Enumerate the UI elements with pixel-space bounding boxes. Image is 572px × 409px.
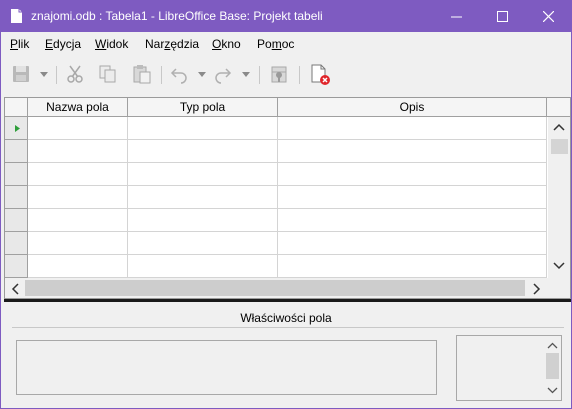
undo-button[interactable] <box>167 62 191 86</box>
save-button[interactable] <box>8 62 34 86</box>
field-name-cell[interactable] <box>28 209 128 232</box>
undo-icon <box>170 68 187 84</box>
column-header-field-type[interactable]: Typ pola <box>128 98 278 117</box>
undo-dropdown-icon <box>198 71 206 77</box>
toolbar-separator <box>299 66 300 84</box>
menu-plik[interactable]: Plik <box>10 37 29 51</box>
help-scroll-thumb[interactable] <box>546 353 559 379</box>
maximize-button[interactable] <box>479 1 525 32</box>
close-icon <box>542 11 554 22</box>
description-cell[interactable] <box>278 186 547 209</box>
field-name-cell[interactable] <box>28 255 128 278</box>
redo-icon <box>215 68 232 84</box>
description-cell[interactable] <box>278 232 547 255</box>
row-header[interactable] <box>5 140 28 163</box>
toolbar-separator <box>259 66 260 84</box>
primary-key-icon <box>271 66 287 83</box>
field-type-cell[interactable] <box>128 163 278 186</box>
row-header[interactable] <box>5 163 28 186</box>
menu-edycja[interactable]: Edycja <box>45 37 81 51</box>
document-icon <box>11 9 22 23</box>
title-bar: znajomi.odb : Tabela1 - LibreOffice Base… <box>1 1 571 32</box>
standard-toolbar <box>1 56 571 94</box>
row-header[interactable] <box>5 255 28 278</box>
primary-key-button[interactable] <box>267 62 291 86</box>
copy-icon <box>99 65 116 83</box>
field-type-cell[interactable] <box>128 209 278 232</box>
scroll-right-icon[interactable] <box>533 283 541 295</box>
minimize-icon <box>450 16 462 18</box>
app-window: znajomi.odb : Tabela1 - LibreOffice Base… <box>0 0 572 409</box>
pane-splitter[interactable] <box>4 299 571 302</box>
menu-okno[interactable]: Okno <box>212 37 241 51</box>
grid-horizontal-scrollbar[interactable] <box>5 278 570 298</box>
cut-icon <box>67 65 83 83</box>
horizontal-scroll-thumb[interactable] <box>25 280 525 296</box>
field-properties-title: Właściwości pola <box>240 311 332 325</box>
row-header[interactable] <box>5 232 28 255</box>
vertical-scroll-thumb[interactable] <box>551 139 568 154</box>
field-name-cell[interactable] <box>28 140 128 163</box>
menu-bar: Plik Edycja Widok Narzędzia Okno Pomoc <box>1 32 571 54</box>
description-cell[interactable] <box>278 209 547 232</box>
field-properties-panel <box>16 340 437 395</box>
field-name-cell[interactable] <box>28 186 128 209</box>
row-pointer-icon <box>15 125 20 132</box>
copy-button[interactable] <box>95 62 119 86</box>
window-title: znajomi.odb : Tabela1 - LibreOffice Base… <box>31 9 323 23</box>
scroll-down-icon[interactable] <box>553 262 565 270</box>
field-name-cell[interactable] <box>28 163 128 186</box>
row-header[interactable] <box>5 117 28 140</box>
scroll-left-icon[interactable] <box>11 283 19 295</box>
scroll-up-icon[interactable] <box>547 342 558 349</box>
row-header[interactable] <box>5 186 28 209</box>
save-dropdown-button[interactable] <box>37 62 51 86</box>
maximize-icon <box>496 11 508 22</box>
index-design-icon <box>311 64 330 85</box>
cut-button[interactable] <box>63 62 87 86</box>
paste-button[interactable] <box>129 62 155 86</box>
close-button[interactable] <box>525 1 571 32</box>
menu-widok[interactable]: Widok <box>95 37 128 51</box>
minimize-button[interactable] <box>433 1 479 32</box>
field-name-cell[interactable] <box>28 232 128 255</box>
toolbar-separator <box>161 66 162 84</box>
scroll-down-icon[interactable] <box>547 387 558 394</box>
toolbar-separator <box>56 66 57 84</box>
save-dropdown-icon <box>40 71 48 77</box>
save-icon <box>13 66 29 82</box>
corner-header <box>5 98 28 117</box>
redo-dropdown-icon <box>242 71 250 77</box>
description-cell[interactable] <box>278 117 547 140</box>
redo-button[interactable] <box>211 62 235 86</box>
field-type-cell[interactable] <box>128 255 278 278</box>
help-text-box <box>456 335 562 401</box>
column-header-description[interactable]: Opis <box>278 98 547 117</box>
menu-pomoc[interactable]: Pomoc <box>257 37 294 51</box>
field-name-cell[interactable] <box>28 117 128 140</box>
index-design-button[interactable] <box>307 62 333 86</box>
header-filler <box>547 98 570 117</box>
field-type-cell[interactable] <box>128 232 278 255</box>
description-cell[interactable] <box>278 255 547 278</box>
field-type-cell[interactable] <box>128 117 278 140</box>
field-type-cell[interactable] <box>128 186 278 209</box>
properties-separator <box>12 327 564 328</box>
undo-dropdown-button[interactable] <box>195 62 209 86</box>
description-cell[interactable] <box>278 140 547 163</box>
description-cell[interactable] <box>278 163 547 186</box>
grid-vertical-scrollbar[interactable] <box>548 117 570 278</box>
help-text-scrollbar[interactable] <box>544 336 561 400</box>
paste-icon <box>133 65 151 84</box>
field-definition-grid: Nazwa pola Typ pola Opis <box>4 97 571 299</box>
redo-dropdown-button[interactable] <box>239 62 253 86</box>
menu-narzedzia[interactable]: Narzędzia <box>145 37 199 51</box>
column-header-field-name[interactable]: Nazwa pola <box>28 98 128 117</box>
field-type-cell[interactable] <box>128 140 278 163</box>
scroll-up-icon[interactable] <box>553 123 565 131</box>
row-header[interactable] <box>5 209 28 232</box>
